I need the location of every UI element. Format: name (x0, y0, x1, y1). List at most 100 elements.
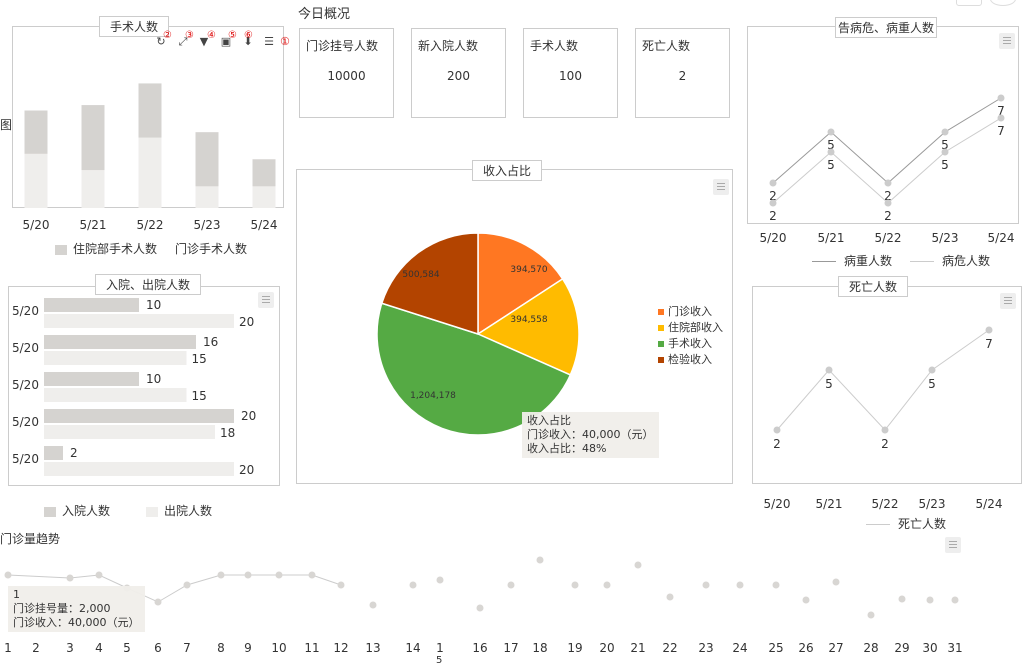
data-point (308, 571, 316, 579)
x-tick-label: 11 (304, 641, 319, 655)
x-tick-label: 5/24 (988, 231, 1015, 245)
y-tick-label: 5/20 (12, 304, 39, 318)
x-tick-label: 5/24 (976, 497, 1003, 511)
data-point (436, 576, 444, 584)
surgery-bar (81, 170, 105, 208)
x-tick-label: 10 (271, 641, 286, 655)
data-point (476, 604, 484, 612)
x-tick-label: 5/21 (818, 231, 845, 245)
data-label: 2 (769, 209, 777, 223)
data-label: 20 (239, 463, 254, 477)
x-tick-label: 27 (828, 641, 843, 655)
x-tick-label: 17 (503, 641, 518, 655)
discharge-bar (44, 462, 234, 476)
data-point (832, 578, 840, 586)
admission-bar (44, 298, 139, 312)
x-tick-label: 25 (768, 641, 783, 655)
data-point (881, 426, 889, 434)
x-tick-label: 5/24 (251, 218, 278, 232)
x-tick-label: 5/20 (23, 218, 50, 232)
x-tick-label: 5/22 (875, 231, 902, 245)
x-tick-label: 4 (95, 641, 103, 655)
data-point (827, 128, 835, 136)
data-point (997, 114, 1005, 122)
data-label: 16 (203, 335, 218, 349)
x-tick-label: 5 (123, 641, 131, 655)
data-label: 2 (773, 437, 781, 451)
x-tick-label: 5/22 (137, 218, 164, 232)
x-tick-label: 5/23 (194, 218, 221, 232)
data-label: 7 (985, 337, 993, 351)
x-tick-label: 5/21 (80, 218, 107, 232)
y-tick-label: 5/20 (12, 378, 39, 392)
x-tick-label: 20 (599, 641, 614, 655)
data-label: 5 (825, 377, 833, 391)
tooltip-title: 收入占比 (527, 414, 571, 427)
data-point (603, 581, 611, 589)
data-point (409, 581, 417, 589)
data-point (985, 326, 993, 334)
data-point (634, 561, 642, 569)
x-tick-label: 5/23 (932, 231, 959, 245)
data-label: 20 (239, 315, 254, 329)
x-tick-label: 5/23 (919, 497, 946, 511)
data-label: 2 (70, 446, 78, 460)
x-tick-label: 12 (333, 641, 348, 655)
data-point (95, 571, 103, 579)
y-tick-label: 5/20 (12, 341, 39, 355)
surgery-bar (138, 83, 162, 138)
data-label: 15 (192, 352, 207, 366)
data-point (928, 366, 936, 374)
x-tick-label: 5/20 (760, 231, 787, 245)
surgery-bar (252, 186, 276, 208)
tooltip-line: 门诊收入：40,000（元） (13, 616, 140, 629)
data-point (802, 596, 810, 604)
discharge-bar (44, 388, 187, 402)
data-point (536, 556, 544, 564)
x-tick-label: 1 (4, 641, 12, 655)
data-label: 10 (146, 298, 161, 312)
x-tick-label: 14 (405, 641, 420, 655)
tooltip-line: 收入占比：48% (527, 442, 607, 455)
x-tick-label: 30 (922, 641, 937, 655)
charts-layer: 5/20 5/21 5/22 5/23 5/2410205/2016155/201015… (4, 83, 1015, 655)
data-point (825, 366, 833, 374)
x-tick-label: 28 (863, 641, 878, 655)
admission-bar (44, 372, 139, 386)
data-point (369, 601, 377, 609)
x-tick-label: 16 (472, 641, 487, 655)
data-label: 7 (997, 124, 1005, 138)
data-point (867, 611, 875, 619)
x-tick-label: 6 (154, 641, 162, 655)
data-label: 5 (941, 158, 949, 172)
data-point (507, 581, 515, 589)
pie-label: 500,584 (402, 270, 439, 280)
series-line (772, 97, 1002, 184)
data-point (183, 581, 191, 589)
data-point (571, 581, 579, 589)
data-point (275, 571, 283, 579)
data-point (217, 571, 225, 579)
x-tick-label: 9 (244, 641, 252, 655)
x-tick-label: 22 (662, 641, 677, 655)
admission-bar (44, 409, 234, 423)
admission-bar (44, 446, 63, 460)
discharge-bar (44, 351, 187, 365)
surgery-bar (81, 105, 105, 171)
tooltip-line: 门诊收入：40,000（元） (527, 428, 654, 441)
x-tick-label: 8 (217, 641, 225, 655)
x-tick-label: 24 (732, 641, 747, 655)
data-point (154, 598, 162, 606)
x-tick-label: 2 (32, 641, 40, 655)
data-label: 5 (827, 158, 835, 172)
x-tick-label: 5/20 (764, 497, 791, 511)
x-tick-label: 5/22 (872, 497, 899, 511)
data-label: 5 (928, 377, 936, 391)
data-point (769, 199, 777, 207)
surgery-bar (24, 110, 48, 154)
data-point (773, 426, 781, 434)
data-label: 10 (146, 372, 161, 386)
data-point (702, 581, 710, 589)
x-tick-label: 29 (894, 641, 909, 655)
data-label: 2 (884, 209, 892, 223)
